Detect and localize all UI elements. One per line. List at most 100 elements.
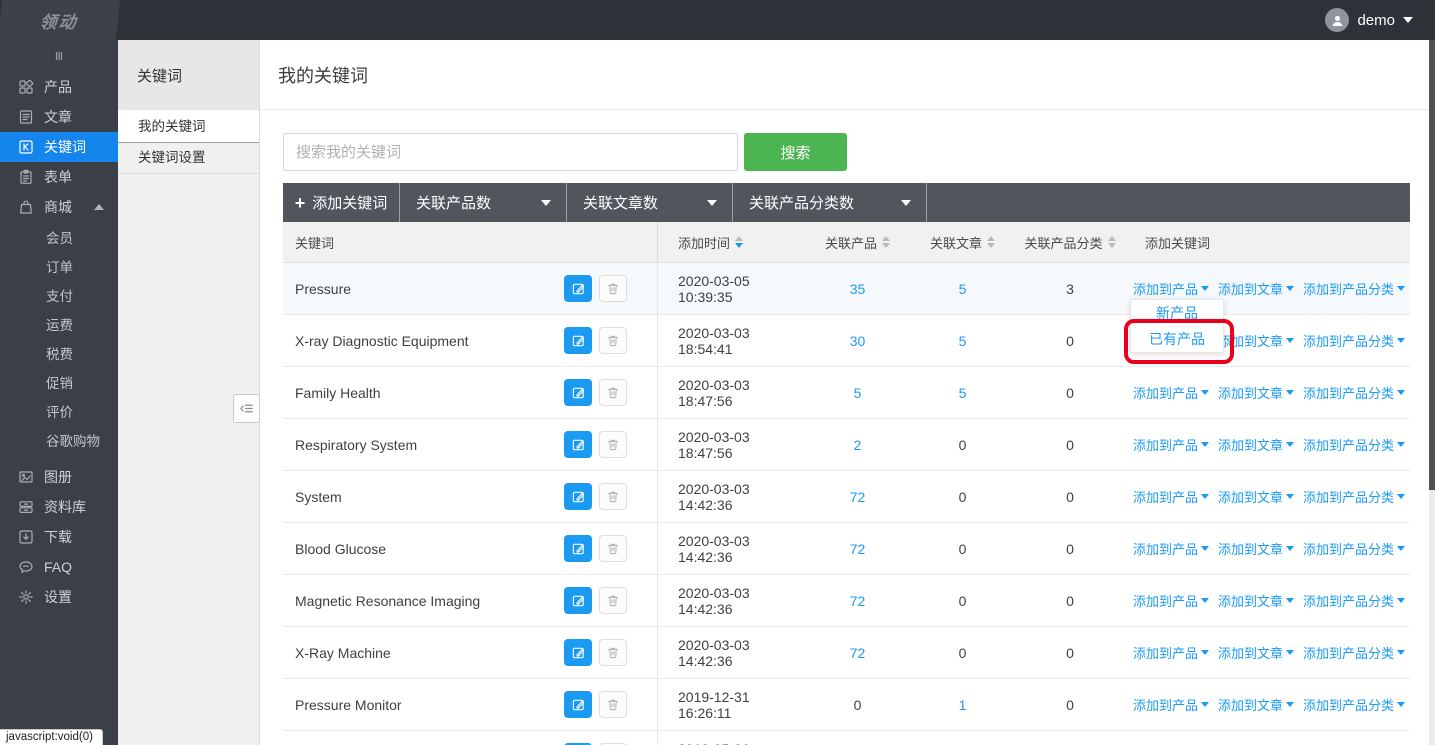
add-to-category-link[interactable]: 添加到产品分类 xyxy=(1303,383,1405,402)
add-to-article-link[interactable]: 添加到文章 xyxy=(1218,383,1294,402)
edit-keyword-button[interactable] xyxy=(564,431,592,458)
user-menu[interactable]: demo xyxy=(1325,8,1435,32)
search-input[interactable] xyxy=(283,133,738,171)
add-to-article-link[interactable]: 添加到文章 xyxy=(1218,435,1294,454)
add-to-article-link[interactable]: 添加到文章 xyxy=(1218,487,1294,506)
add-to-product-link[interactable]: 添加到产品 xyxy=(1133,695,1209,714)
add-to-article-link[interactable]: 添加到文章 xyxy=(1218,539,1294,558)
added-time-cell: 2020-03-03 14:42:36 xyxy=(658,637,800,669)
column-header-added-time[interactable]: 添加时间 xyxy=(658,222,800,262)
scrollbar-thumb[interactable] xyxy=(1429,40,1435,490)
add-to-category-link[interactable]: 添加到产品分类 xyxy=(1303,331,1405,350)
sidebar-item-downloads[interactable]: 下载 xyxy=(0,522,118,552)
related-products-count[interactable]: 5 xyxy=(854,385,862,401)
sidebar-item-library[interactable]: 资料库 xyxy=(0,492,118,522)
delete-keyword-button[interactable] xyxy=(599,327,627,354)
add-to-article-link[interactable]: 添加到文章 xyxy=(1218,279,1294,298)
column-header-related-articles[interactable]: 关联文章 xyxy=(915,222,1010,262)
sidebar-subitem-payment[interactable]: 支付 xyxy=(0,280,118,309)
add-to-article-link[interactable]: 添加到文章 xyxy=(1218,331,1294,350)
filter-dropdown-1[interactable]: 关联产品数 xyxy=(399,183,566,222)
sidebar-subitem-orders[interactable]: 订单 xyxy=(0,251,118,280)
add-to-article-link[interactable]: 添加到文章 xyxy=(1218,695,1294,714)
add-to-category-link[interactable]: 添加到产品分类 xyxy=(1303,279,1405,298)
sidebar-subitem-shipping[interactable]: 运费 xyxy=(0,309,118,338)
sidebar-item-products[interactable]: 产品 xyxy=(0,72,118,102)
sidebar-subitem-members[interactable]: 会员 xyxy=(0,222,118,251)
filter-dropdown-3[interactable]: 关联产品分类数 xyxy=(732,183,927,222)
sidebar-subitem-tax[interactable]: 税费 xyxy=(0,338,118,367)
dropdown-item-new-product[interactable]: 新产品 xyxy=(1131,300,1223,326)
sidebar-collapse-button[interactable] xyxy=(0,40,118,72)
sidebar-item-keywords[interactable]: 关键词 xyxy=(0,132,118,162)
related-products-count[interactable]: 72 xyxy=(850,489,866,505)
sidebar-subitem-review[interactable]: 评价 xyxy=(0,396,118,425)
add-to-category-link[interactable]: 添加到产品分类 xyxy=(1303,591,1405,610)
edit-keyword-button[interactable] xyxy=(564,535,592,562)
subnav-item-my-keywords[interactable]: 我的关键词 xyxy=(118,112,259,143)
add-to-product-link[interactable]: 添加到产品 xyxy=(1133,279,1209,298)
related-products-count[interactable]: 30 xyxy=(850,333,866,349)
edit-keyword-button[interactable] xyxy=(564,639,592,666)
sort-icon[interactable] xyxy=(987,236,995,248)
related-products-count[interactable]: 35 xyxy=(850,281,866,297)
edit-keyword-button[interactable] xyxy=(564,587,592,614)
subnav-item-keyword-settings[interactable]: 关键词设置 xyxy=(118,143,259,174)
add-keyword-button[interactable]: + 添加关键词 xyxy=(283,183,399,222)
delete-keyword-button[interactable] xyxy=(599,639,627,666)
sort-icon[interactable] xyxy=(882,236,890,248)
sidebar-subitem-google-shopping[interactable]: 谷歌购物 xyxy=(0,425,118,454)
add-to-product-link[interactable]: 添加到产品 xyxy=(1133,383,1209,402)
sidebar-item-articles[interactable]: 文章 xyxy=(0,102,118,132)
delete-keyword-button[interactable] xyxy=(599,275,627,302)
count-cell: 0 xyxy=(915,645,1010,661)
sidebar-item-faq[interactable]: FAQ xyxy=(0,552,118,582)
add-to-article-link[interactable]: 添加到文章 xyxy=(1218,643,1294,662)
related-products-count[interactable]: 72 xyxy=(850,645,866,661)
edit-keyword-button[interactable] xyxy=(564,275,592,302)
related-products-count[interactable]: 72 xyxy=(850,593,866,609)
search-button[interactable]: 搜索 xyxy=(744,133,847,171)
related-products-count[interactable]: 2 xyxy=(854,437,862,453)
add-to-product-link[interactable]: 添加到产品 xyxy=(1133,435,1209,454)
delete-keyword-button[interactable] xyxy=(599,431,627,458)
sort-icon[interactable] xyxy=(735,236,743,248)
delete-keyword-button[interactable] xyxy=(599,587,627,614)
delete-keyword-button[interactable] xyxy=(599,379,627,406)
edit-keyword-button[interactable] xyxy=(564,327,592,354)
panel-toggle-button[interactable] xyxy=(233,394,260,423)
sidebar-item-forms[interactable]: 表单 xyxy=(0,162,118,192)
add-to-product-link[interactable]: 添加到产品 xyxy=(1133,643,1209,662)
add-to-product-link[interactable]: 添加到产品 xyxy=(1133,539,1209,558)
edit-keyword-button[interactable] xyxy=(564,691,592,718)
related-articles-count[interactable]: 5 xyxy=(959,385,967,401)
add-to-category-link[interactable]: 添加到产品分类 xyxy=(1303,539,1405,558)
column-header-related-products[interactable]: 关联产品 xyxy=(800,222,915,262)
scrollbar[interactable] xyxy=(1429,40,1435,745)
sidebar-item-mall[interactable]: 商城 xyxy=(0,192,118,222)
related-products-count[interactable]: 72 xyxy=(850,541,866,557)
edit-icon xyxy=(571,385,586,400)
sidebar-item-settings[interactable]: 设置 xyxy=(0,582,118,612)
edit-keyword-button[interactable] xyxy=(564,483,592,510)
column-header-related-categories[interactable]: 关联产品分类 xyxy=(1010,222,1130,262)
add-to-category-link[interactable]: 添加到产品分类 xyxy=(1303,435,1405,454)
delete-keyword-button[interactable] xyxy=(599,483,627,510)
sort-icon[interactable] xyxy=(1108,236,1116,248)
related-articles-count[interactable]: 1 xyxy=(959,697,967,713)
add-to-product-link[interactable]: 添加到产品 xyxy=(1133,487,1209,506)
related-articles-count[interactable]: 5 xyxy=(959,333,967,349)
sidebar-subitem-promotion[interactable]: 促销 xyxy=(0,367,118,396)
add-to-category-link[interactable]: 添加到产品分类 xyxy=(1303,487,1405,506)
edit-keyword-button[interactable] xyxy=(564,379,592,406)
add-to-product-link[interactable]: 添加到产品 xyxy=(1133,591,1209,610)
filter-dropdown-2[interactable]: 关联文章数 xyxy=(566,183,732,222)
related-articles-count[interactable]: 5 xyxy=(959,281,967,297)
delete-keyword-button[interactable] xyxy=(599,691,627,718)
add-to-article-link[interactable]: 添加到文章 xyxy=(1218,591,1294,610)
dropdown-item-existing-product[interactable]: 已有产品 xyxy=(1131,326,1223,352)
sidebar-item-albums[interactable]: 图册 xyxy=(0,462,118,492)
add-to-category-link[interactable]: 添加到产品分类 xyxy=(1303,695,1405,714)
delete-keyword-button[interactable] xyxy=(599,535,627,562)
add-to-category-link[interactable]: 添加到产品分类 xyxy=(1303,643,1405,662)
